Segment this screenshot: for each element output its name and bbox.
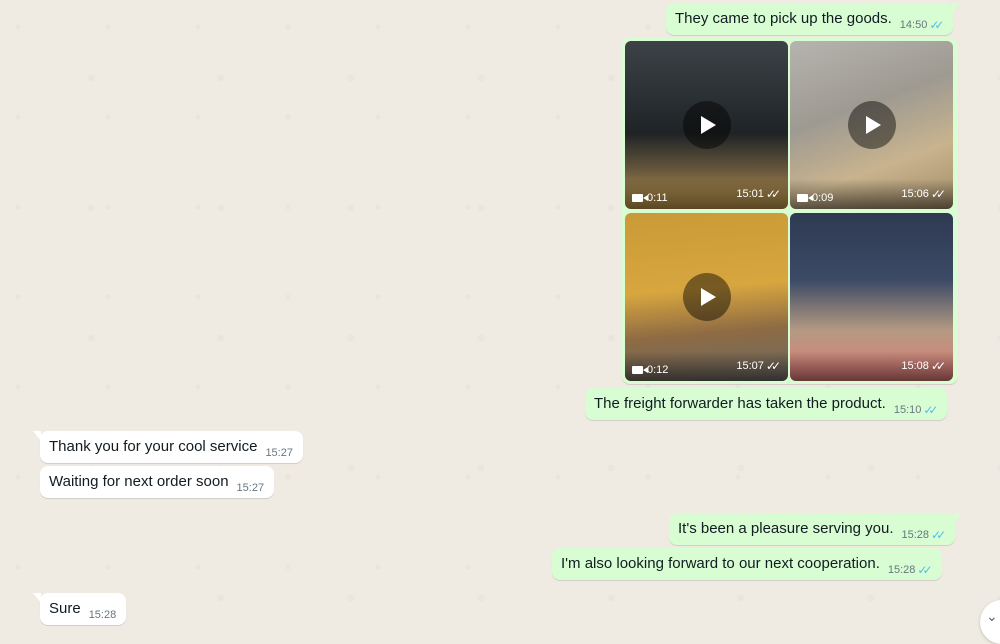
video-camera-icon [797, 194, 813, 202]
message-time: 15:27 [236, 482, 265, 494]
double-check-icon: ✓✓ [923, 403, 938, 417]
chevron-down-icon: ⌄ [986, 608, 998, 624]
message-bubble-outgoing[interactable]: It's been a pleasure serving you. 15:28 … [669, 513, 963, 545]
message-text: Sure [49, 600, 81, 617]
video-thumbnail[interactable]: 0:11 15:01 ✓✓ [625, 41, 788, 209]
message-meta: 15:28 ✓✓ [901, 528, 947, 542]
message-time: 15:28 [887, 564, 916, 576]
double-check-icon: ✓✓ [930, 359, 946, 373]
media-time: 15:06 ✓✓ [901, 187, 946, 201]
message-meta: 15:28 ✓✓ [887, 563, 933, 577]
message-time: 15:27 [265, 447, 293, 459]
video-duration: 0:09 [797, 192, 833, 204]
message-bubble-outgoing[interactable]: I'm also looking forward to our next coo… [552, 548, 942, 580]
play-icon[interactable] [847, 101, 896, 149]
video-duration: 0:11 [632, 192, 668, 204]
video-duration: 0:12 [632, 364, 668, 376]
message-meta: 15:27 [265, 447, 293, 459]
media-time: 15:01 ✓✓ [736, 187, 781, 201]
message-bubble-incoming[interactable]: Sure 15:28 [33, 593, 127, 625]
message-bubble-incoming[interactable]: Thank you for your cool service 15:27 [33, 431, 303, 463]
message-bubble-incoming[interactable]: Waiting for next order soon 15:27 [40, 466, 275, 498]
message-text: Waiting for next order soon [49, 473, 229, 490]
double-check-icon: ✓✓ [765, 187, 781, 201]
message-meta: 14:50 ✓✓ [899, 18, 945, 32]
media-time: 15:07 ✓✓ [736, 359, 781, 373]
message-text: I'm also looking forward to our next coo… [561, 555, 880, 572]
media-album: 0:11 15:01 ✓✓ 0:09 15:06 ✓✓ 0:12 15:07 ✓… [622, 38, 958, 384]
double-check-icon: ✓✓ [931, 528, 946, 542]
message-text: The freight forwarder has taken the prod… [594, 395, 886, 412]
media-time: 15:08 ✓✓ [901, 359, 946, 373]
double-check-icon: ✓✓ [930, 187, 946, 201]
play-icon[interactable] [682, 273, 731, 321]
message-time: 14:50 [899, 19, 928, 31]
video-thumbnail[interactable]: 0:09 15:06 ✓✓ [790, 41, 953, 209]
message-text: They came to pick up the goods. [675, 10, 892, 27]
message-text: Thank you for your cool service [49, 438, 258, 455]
double-check-icon: ✓✓ [917, 563, 932, 577]
image-thumbnail[interactable]: 15:08 ✓✓ [790, 213, 953, 381]
message-meta: 15:27 [237, 482, 265, 494]
video-thumbnail[interactable]: 0:12 15:07 ✓✓ [625, 213, 788, 381]
message-bubble-outgoing[interactable]: The freight forwarder has taken the prod… [585, 388, 948, 420]
message-bubble-outgoing[interactable]: They came to pick up the goods. 14:50 ✓✓ [666, 3, 961, 35]
message-time: 15:10 [893, 404, 922, 416]
message-time: 15:28 [901, 529, 930, 541]
video-camera-icon [632, 194, 648, 202]
double-check-icon: ✓✓ [929, 18, 944, 32]
double-check-icon: ✓✓ [765, 359, 781, 373]
message-text: It's been a pleasure serving you. [678, 520, 894, 537]
message-meta: 15:28 [89, 609, 117, 621]
play-icon[interactable] [682, 101, 731, 149]
video-camera-icon [632, 366, 648, 374]
message-meta: 15:10 ✓✓ [893, 403, 939, 417]
message-time: 15:28 [88, 609, 117, 621]
